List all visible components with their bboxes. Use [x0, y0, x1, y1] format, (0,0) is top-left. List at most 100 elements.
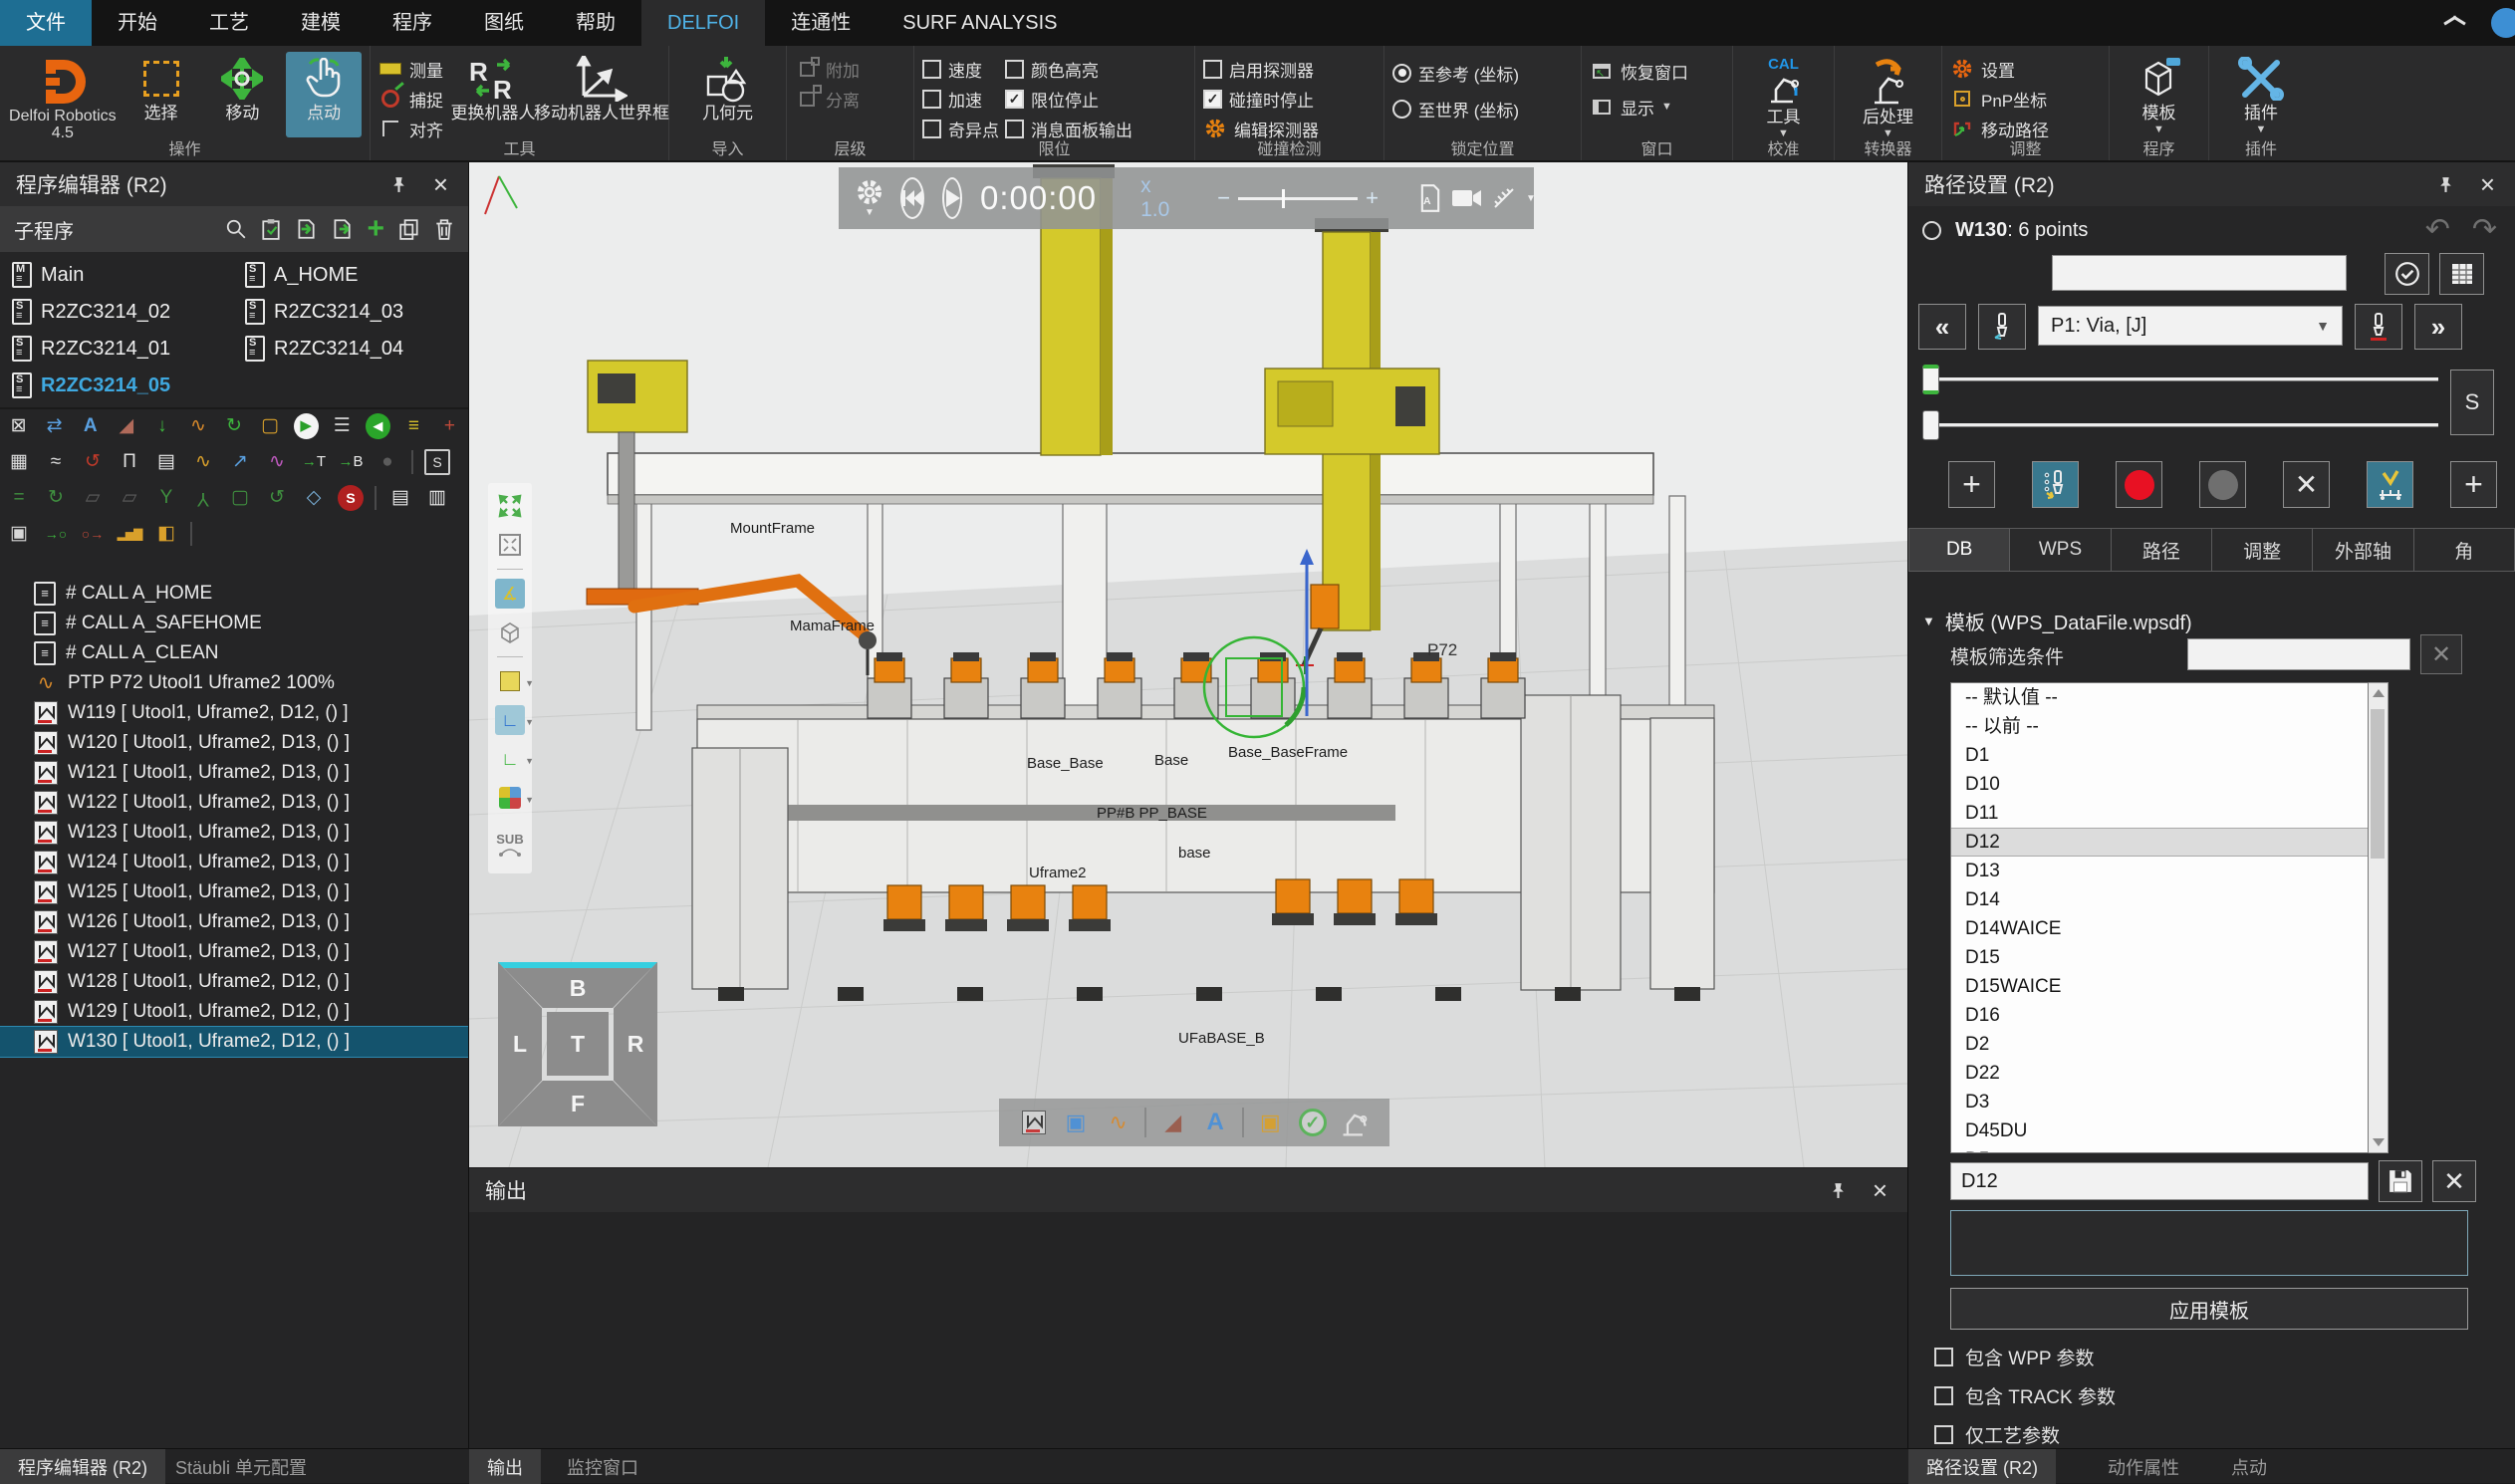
workpiece-frame-icon[interactable]: ▢	[258, 413, 283, 439]
program-settings-icon[interactable]: ☰	[330, 413, 355, 439]
copy-right-icon[interactable]: ▱	[117, 485, 142, 511]
paste-check-icon[interactable]	[261, 218, 281, 240]
calibration-tool-button[interactable]: CAL 工具 ▼	[1744, 52, 1824, 137]
branch-icon[interactable]: Y	[153, 485, 179, 511]
statement-row[interactable]: ≡# CALL A_SAFEHOME	[0, 609, 468, 638]
postprocess-button[interactable]: 后处理 ▼	[1845, 52, 1932, 137]
grid-icon[interactable]: ▦	[6, 449, 32, 475]
statement-row[interactable]: W119 [ Utool1, Uframe2, D12, () ]	[0, 698, 468, 728]
tab-path[interactable]: 路径	[2112, 528, 2212, 572]
menu-file[interactable]: 文件	[0, 0, 92, 46]
comment-icon[interactable]: ▥	[424, 485, 450, 511]
program-r2zc3214-05[interactable]: SR2ZC3214_05	[12, 372, 170, 398]
search-icon[interactable]	[225, 218, 247, 240]
template-item[interactable]: D14	[1951, 885, 2368, 914]
tab-db[interactable]: DB	[1908, 528, 2010, 572]
statement-row[interactable]: W120 [ Utool1, Uframe2, D13, () ]	[0, 728, 468, 758]
redo-icon[interactable]: ↷	[2472, 212, 2497, 247]
sub-curve-icon[interactable]: SUB	[495, 822, 525, 866]
limit-stop-checkbox[interactable]: ✓限位停止	[1005, 86, 1132, 112]
tab-angle[interactable]: 角	[2414, 528, 2515, 572]
delete-point-button[interactable]: ✕	[2283, 461, 2330, 508]
point-table-button[interactable]	[2439, 253, 2484, 295]
previous-point-button[interactable]: «	[1918, 304, 1966, 350]
template-item[interactable]: D15WAICE	[1951, 972, 2368, 1001]
weld-statement-icon[interactable]	[1018, 1107, 1050, 1138]
rgb-cube-icon[interactable]: ▼	[495, 783, 525, 813]
jog-statement-icon[interactable]: ⊠	[6, 413, 31, 439]
move-button[interactable]: 移动	[204, 52, 280, 137]
path-icon[interactable]: ∿	[185, 413, 210, 439]
account-badge-icon[interactable]	[2491, 8, 2515, 38]
multi-point-icon[interactable]: ∿	[264, 449, 290, 475]
stop-icon[interactable]: S	[338, 485, 364, 511]
menu-help[interactable]: 帮助	[550, 0, 641, 46]
world-axis-icon[interactable]: ∟▼	[495, 744, 525, 774]
record-point-button[interactable]	[2116, 461, 2162, 508]
statement-row[interactable]: W125 [ Utool1, Uframe2, D13, () ]	[0, 877, 468, 907]
menu-start[interactable]: 开始	[92, 0, 183, 46]
path-slider-1[interactable]	[1924, 377, 2438, 381]
chevron-down-icon[interactable]: ▼	[1526, 193, 1536, 204]
circular-move-icon[interactable]: ↻	[221, 413, 246, 439]
pnp-coordinates-button[interactable]: PnP坐标	[1950, 86, 2049, 112]
template-item[interactable]: D14WAICE	[1951, 914, 2368, 943]
frame-box-icon[interactable]: ▣	[1254, 1107, 1286, 1138]
bottom-tab-monitor-window[interactable]: 监控窗口	[549, 1449, 656, 1484]
spiral-icon[interactable]: ↺	[80, 449, 106, 475]
statement-row[interactable]: W127 [ Utool1, Uframe2, D13, () ]	[0, 937, 468, 967]
collapse-ribbon-icon[interactable]	[2443, 17, 2465, 29]
base-b-icon[interactable]: →B	[338, 449, 364, 475]
acceleration-checkbox[interactable]: 加速	[922, 86, 999, 112]
close-icon[interactable]: ×	[433, 174, 448, 194]
slider-s-button[interactable]: S	[2450, 370, 2494, 435]
pdf-export-icon[interactable]: A	[1418, 184, 1442, 212]
undo-icon[interactable]: ↶	[2425, 212, 2450, 247]
play-program-icon[interactable]: ▶	[294, 413, 319, 439]
view-cube-top[interactable]: T	[547, 1012, 609, 1076]
point-selector-dropdown[interactable]: P1: Via, [J]▼	[2038, 306, 2343, 346]
program-r2zc3214-03[interactable]: SR2ZC3214_03	[245, 299, 403, 325]
statement-row[interactable]: W124 [ Utool1, Uframe2, D13, () ]	[0, 848, 468, 877]
solid-cube-icon[interactable]: ▼	[495, 666, 525, 696]
viewport-3d[interactable]: MountFrame MamaFrame Base_Base Base Base…	[469, 162, 1907, 1167]
template-name-input[interactable]	[1950, 1162, 2369, 1200]
export-subprogram-icon[interactable]: S	[424, 449, 450, 475]
attach-button[interactable]: 附加	[795, 56, 860, 82]
next-point-button[interactable]: »	[2414, 304, 2462, 350]
save-template-button[interactable]	[2379, 1160, 2422, 1202]
while-loop-icon[interactable]: ↻	[43, 485, 69, 511]
program-main[interactable]: MMain	[12, 262, 84, 288]
add-program-icon[interactable]: +	[367, 219, 384, 239]
menu-program[interactable]: 程序	[367, 0, 458, 46]
statement-row[interactable]: W122 [ Utool1, Uframe2, D13, () ]	[0, 788, 468, 818]
template-item[interactable]: D5	[1951, 1145, 2368, 1153]
menu-drawing[interactable]: 图纸	[458, 0, 550, 46]
path-points-icon[interactable]: ∿	[1103, 1107, 1134, 1138]
copy-program-icon[interactable]	[398, 218, 420, 240]
bottom-tab-motion-properties[interactable]: 动作属性	[2090, 1449, 2197, 1484]
conveyor-icon[interactable]: ≡	[401, 413, 426, 439]
snap-button[interactable]: 捕捉	[378, 86, 443, 112]
wireframe-cube-icon[interactable]	[495, 618, 525, 647]
settings-button[interactable]: 设置	[1950, 56, 2049, 82]
program-r2zc3214-01[interactable]: SR2ZC3214_01	[12, 336, 170, 362]
merge-icon[interactable]: Y	[190, 485, 216, 511]
selection-radio-icon[interactable]	[1922, 221, 1941, 240]
enable-detector-checkbox[interactable]: 启用探测器	[1203, 56, 1319, 82]
frame-select-icon[interactable]: ▣	[1060, 1107, 1092, 1138]
bottom-tab-path-settings[interactable]: 路径设置 (R2)	[1908, 1449, 2056, 1484]
clear-filter-button[interactable]: ✕	[2420, 634, 2462, 674]
swap-icon[interactable]: ⇄	[42, 413, 67, 439]
template-item[interactable]: D11	[1951, 799, 2368, 828]
statement-row[interactable]: ≡# CALL A_HOME	[0, 579, 468, 609]
plugins-button[interactable]: 插件 ▼	[2219, 52, 2303, 137]
template-item[interactable]: D1	[1951, 741, 2368, 770]
calibrate-path-icon[interactable]: +	[437, 413, 462, 439]
paste-icon[interactable]: ▤	[387, 485, 413, 511]
jog-button[interactable]: 点动	[286, 52, 362, 137]
to-reference-radio[interactable]: 至参考 (坐标)	[1392, 60, 1519, 86]
robot-icon[interactable]	[1339, 1107, 1371, 1138]
ptp-move-icon[interactable]: ↗	[227, 449, 253, 475]
jump-to-point-button[interactable]	[2032, 461, 2079, 508]
